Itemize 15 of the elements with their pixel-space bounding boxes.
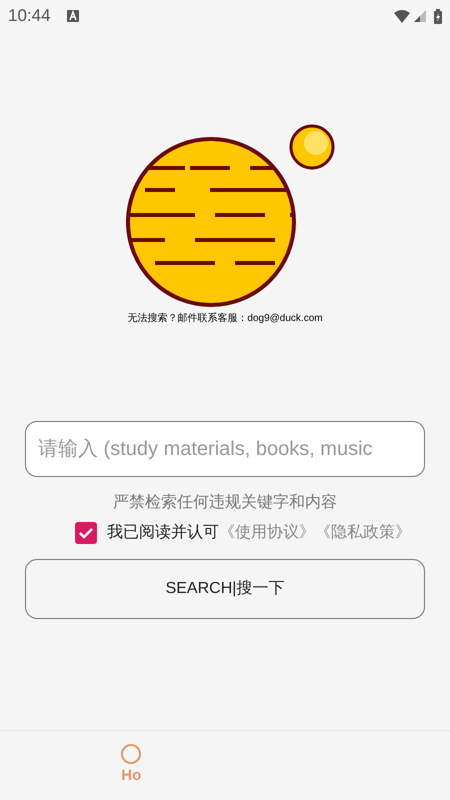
warning-text: 严禁检索任何违规关键字和内容 — [112, 492, 338, 513]
battery-icon — [434, 8, 442, 24]
status-time: 10:44 — [8, 5, 51, 28]
search-button[interactable]: SEARCH|搜一下 — [25, 559, 425, 619]
policy-link[interactable]: 《使用协议》 — [219, 521, 315, 545]
policy-link[interactable]: 《隐私政策》 — [315, 521, 411, 545]
contact-note: 无法搜索？邮件联系客服：dog9@duck.com — [127, 312, 323, 326]
keyboard-notification-icon — [66, 10, 79, 22]
signal-icon — [414, 10, 426, 22]
agreement-checkbox[interactable] — [75, 522, 97, 544]
check-icon — [79, 527, 93, 539]
search-field[interactable]: 请输入 (study materials, books, music — [25, 421, 425, 477]
agreement-label: 我已阅读并认可 — [107, 522, 219, 543]
nav-tab[interactable]: Ho — [75, 731, 188, 800]
wifi-icon — [394, 10, 410, 22]
